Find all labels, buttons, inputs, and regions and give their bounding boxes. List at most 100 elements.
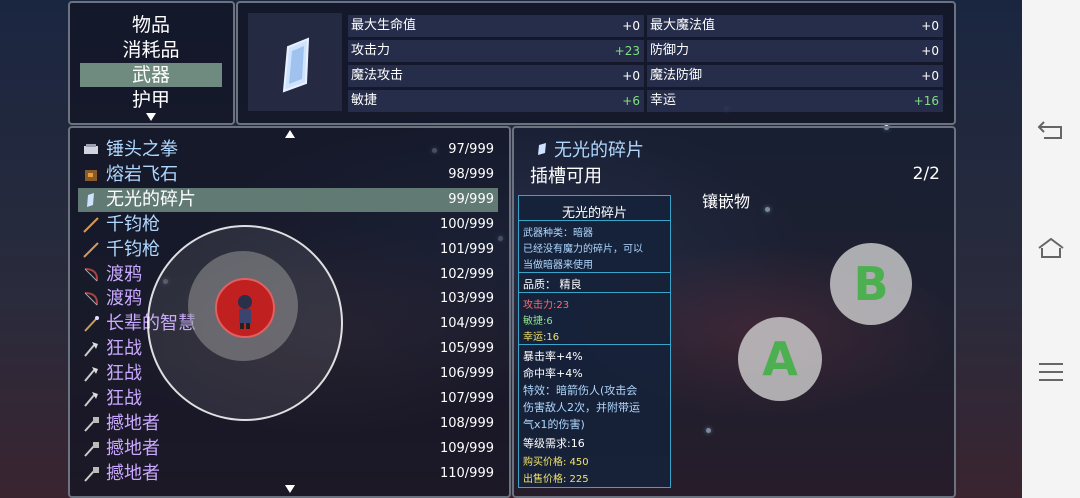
stat-max-hp: 最大生命值 +0 (348, 15, 644, 37)
inventory-item-count: 108/999 (439, 415, 494, 431)
stat-panel: 最大生命值 +0 攻击力 +23 魔法攻击 +0 敏捷 +6 最大魔法值 +0 … (236, 1, 956, 125)
inventory-item-count: 103/999 (439, 291, 494, 307)
tooltip-type: 武器种类：暗器 (523, 228, 593, 239)
inventory-item-name: 撼地者 (106, 462, 160, 484)
inventory-item-count: 104/999 (439, 316, 494, 332)
stat-luck: 幸运 +16 (647, 90, 943, 112)
hammer-icon (82, 441, 100, 457)
stat-magic-attack: 魔法攻击 +0 (348, 65, 644, 87)
inventory-item-count: 99/999 (448, 191, 494, 207)
tooltip-effect-2: 伤害敌人2次，并附带运 (523, 401, 640, 414)
inventory-row[interactable]: 熔岩飞石 98/999 (78, 163, 498, 187)
axe-icon (82, 366, 100, 382)
inventory-item-name: 无光的碎片 (106, 188, 196, 210)
inventory-item-count: 110/999 (439, 465, 494, 481)
tooltip-luck: 幸运:16 (523, 332, 560, 343)
inventory-item-count: 109/999 (439, 440, 494, 456)
tooltip-divider (519, 272, 670, 273)
stat-agility: 敏捷 +6 (348, 90, 644, 112)
tooltip-attack: 攻击力:23 (523, 300, 570, 311)
item-preview (248, 13, 342, 111)
inventory-row[interactable]: 千钧枪 100/999 (78, 213, 498, 237)
tooltip-divider (519, 344, 670, 345)
list-scroll-up-icon[interactable] (285, 130, 295, 138)
tooltip-divider (519, 220, 670, 221)
b-button[interactable]: B (830, 243, 912, 325)
inventory-item-count: 97/999 (448, 142, 494, 157)
list-scroll-down-icon[interactable] (285, 485, 295, 493)
tooltip-desc-2: 当做暗器来使用 (523, 260, 593, 271)
tooltip-agility: 敏捷:6 (523, 316, 553, 327)
inventory-row[interactable]: 撼地者 110/999 (78, 462, 498, 486)
hammer-icon (82, 466, 100, 482)
inventory-item-name: 渡鸦 (106, 263, 142, 285)
hammer-icon (82, 416, 100, 432)
inventory-item-name: 锤头之拳 (106, 139, 178, 160)
tooltip-sell-price: 出售价格: 225 (523, 474, 589, 485)
stat-attack: 攻击力 +23 (348, 40, 644, 62)
inventory-row[interactable]: 锤头之拳 97/999 (78, 138, 498, 162)
shard-icon (282, 37, 310, 93)
tooltip-title: 无光的碎片 (561, 206, 627, 221)
stat-defense: 防御力 +0 (647, 40, 943, 62)
player-sprite-icon (238, 295, 252, 329)
category-weapons[interactable]: 武器 (80, 63, 222, 87)
inventory-item-count: 106/999 (439, 366, 494, 382)
inventory-item-name: 撼地者 (106, 437, 160, 459)
axe-icon (82, 341, 100, 357)
b-button-label: B (853, 257, 889, 311)
a-button-label: A (762, 332, 798, 386)
home-icon[interactable] (1036, 236, 1066, 260)
inventory-item-name: 渡鸦 (106, 288, 142, 310)
inventory-item-count: 105/999 (439, 341, 494, 357)
inventory-row[interactable]: 撼地者 108/999 (78, 412, 498, 436)
tooltip-effect-1: 特效：暗箭伤人(攻击会 (523, 384, 638, 397)
stat-magic-defense: 魔法防御 +0 (647, 65, 943, 87)
inventory-item-name: 狂战 (106, 388, 142, 409)
category-panel: 物品 消耗品 武器 护甲 (68, 1, 235, 125)
spear-icon (82, 241, 100, 258)
staff-icon (82, 316, 100, 332)
inventory-row[interactable]: 无光的碎片 99/999 (78, 187, 498, 212)
inventory-item-name: 狂战 (106, 338, 142, 360)
tooltip-effect-3: 气x1的伤害) (523, 418, 585, 431)
inventory-item-name: 狂战 (106, 363, 142, 385)
tooltip-level-req: 等级需求:16 (523, 437, 585, 450)
category-consumables[interactable]: 消耗品 (80, 38, 222, 62)
tooltip-crit: 暴击率+4% (523, 350, 583, 363)
tooltip-desc-1: 已经没有魔力的碎片，可以 (523, 244, 643, 255)
system-nav-bar (1022, 0, 1080, 498)
tooltip-hit: 命中率+4% (523, 367, 583, 380)
slot-count: 2/2 (912, 164, 940, 184)
a-button[interactable]: A (738, 317, 822, 401)
menu-icon[interactable] (1036, 360, 1066, 384)
bow-icon (82, 291, 100, 307)
tooltip-divider (519, 292, 670, 293)
detail-item-name: 无光的碎片 (554, 140, 644, 161)
shard-icon (82, 192, 100, 208)
inventory-item-name: 千钧枪 (106, 238, 160, 260)
category-scroll-down-icon[interactable] (146, 113, 156, 121)
item-tooltip: 无光的碎片 武器种类：暗器 已经没有魔力的碎片，可以 当做暗器来使用 品质： 精… (518, 195, 671, 488)
inventory-item-name: 撼地者 (106, 412, 160, 434)
axe-icon (82, 391, 100, 407)
inventory-item-count: 107/999 (439, 391, 494, 406)
inventory-item-count: 98/999 (448, 166, 494, 182)
category-items[interactable]: 物品 (80, 13, 222, 37)
tooltip-buy-price: 购买价格: 450 (523, 457, 589, 468)
inventory-item-count: 101/999 (439, 241, 494, 257)
shard-icon (538, 143, 546, 155)
inventory-row[interactable]: 撼地者 109/999 (78, 437, 498, 461)
fist-icon (82, 142, 100, 158)
inlay-label: 镶嵌物 (702, 192, 751, 211)
slot-available-label: 插槽可用 (530, 166, 602, 187)
tooltip-quality: 品质： 精良 (523, 278, 582, 291)
back-icon[interactable] (1036, 118, 1066, 142)
spear-icon (82, 216, 100, 233)
inventory-item-count: 100/999 (439, 216, 494, 232)
inventory-item-name: 熔岩飞石 (106, 163, 178, 185)
joystick-knob[interactable] (215, 278, 275, 338)
stat-max-mp: 最大魔法值 +0 (647, 15, 943, 37)
inventory-item-count: 102/999 (439, 266, 494, 282)
category-armor[interactable]: 护甲 (80, 88, 222, 112)
